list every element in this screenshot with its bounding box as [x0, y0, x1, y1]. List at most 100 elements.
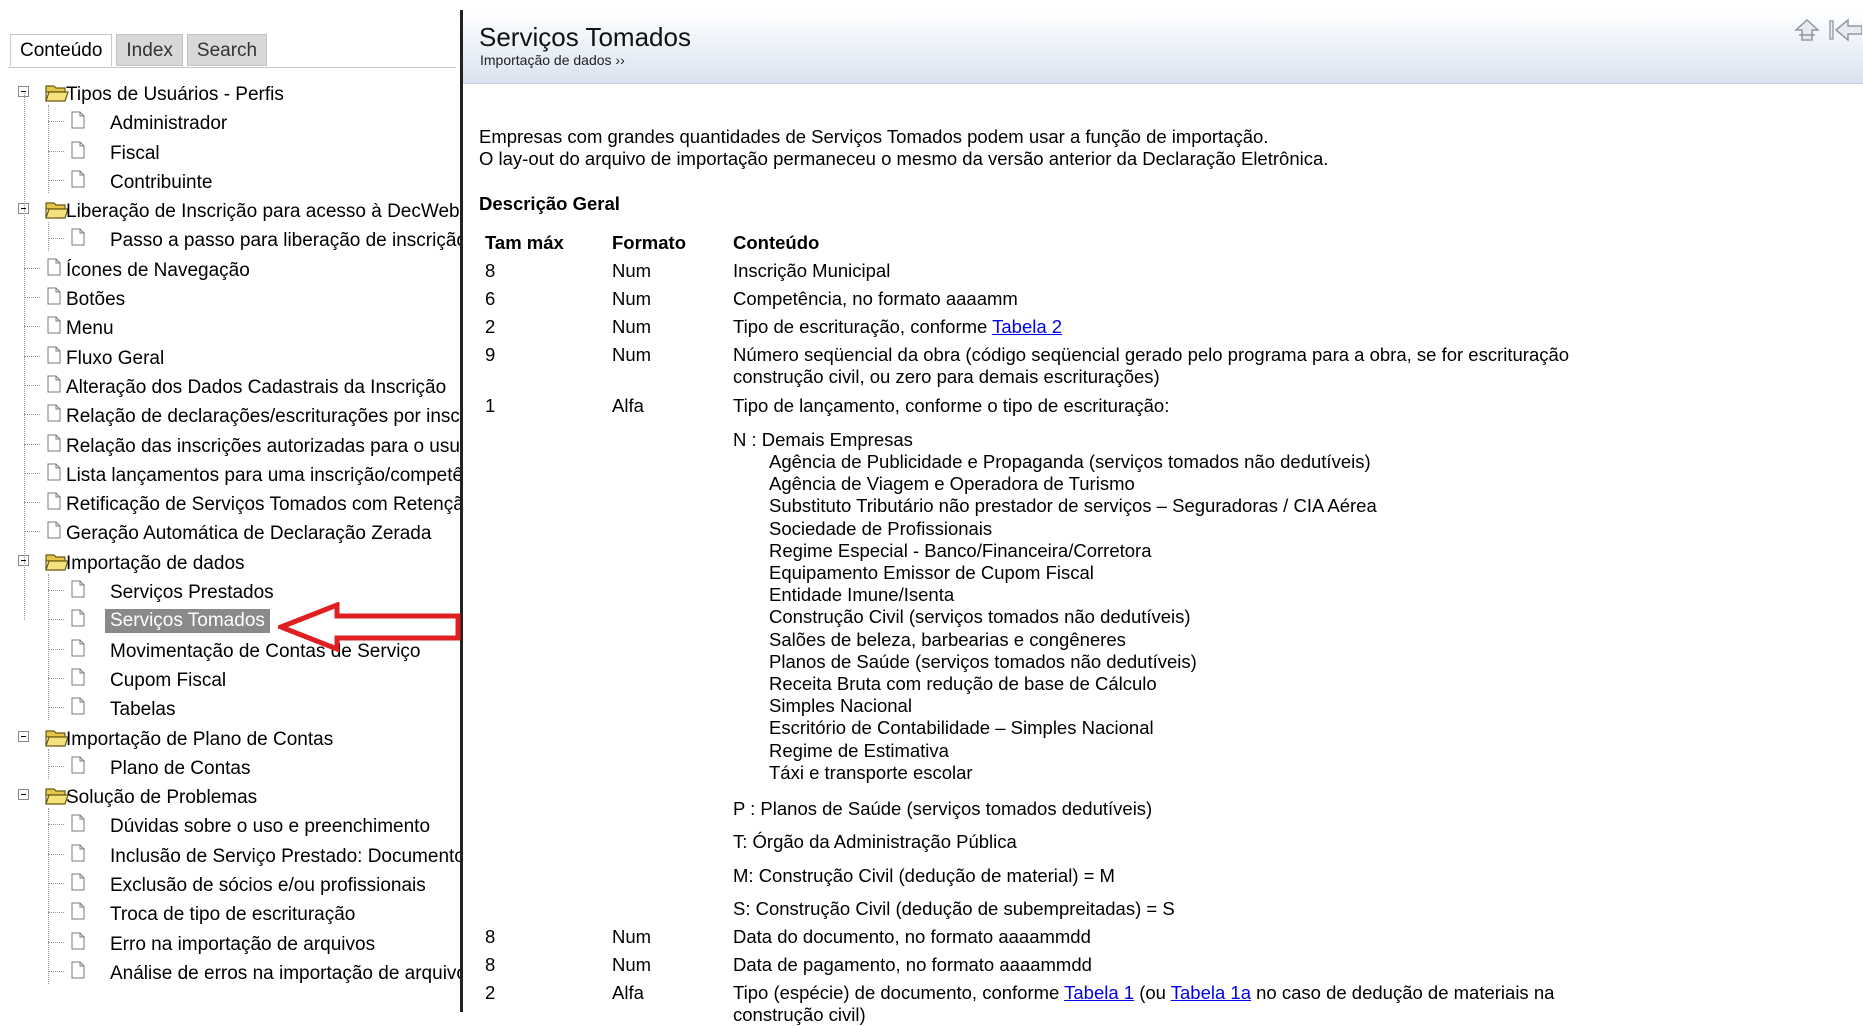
toc-item[interactable]: Menu — [0, 315, 462, 344]
tree-connector — [48, 619, 64, 621]
tabela-2-link[interactable]: Tabela 2 — [992, 316, 1062, 337]
cell-text-cont: construção civil, ou zero para demais es… — [733, 366, 1160, 387]
tree-connector — [24, 443, 40, 445]
cell-text: Tipo de escrituração, conforme — [733, 316, 993, 337]
toc-item[interactable]: Relação de declarações/escriturações por… — [0, 403, 462, 432]
toc-item[interactable]: Passo a passo para liberação de inscriçã… — [0, 227, 462, 256]
toc-item[interactable]: Exclusão de sócios e/ou profissionais — [0, 872, 462, 901]
collapse-toggle-icon[interactable] — [18, 730, 29, 742]
toc-item[interactable]: Botões — [0, 286, 462, 315]
toc-item[interactable]: Análise de erros na importação de arquiv… — [0, 960, 462, 989]
tree-connector — [48, 807, 49, 984]
page-icon — [47, 492, 61, 510]
page-icon — [71, 668, 85, 686]
toc-item[interactable]: Cupom Fiscal — [0, 667, 462, 696]
toc-folder[interactable]: Importação de Plano de Contas — [0, 726, 462, 755]
tree-connector — [24, 297, 40, 299]
tree-connector — [24, 414, 40, 416]
code-n-item: Táxi e transporte escolar — [769, 761, 973, 783]
toc-folder[interactable]: Solução de Problemas — [0, 784, 462, 813]
code-n-item: Salões de beleza, barbearias e congênere… — [769, 628, 1126, 650]
toc-item[interactable]: Fluxo Geral — [0, 345, 462, 374]
cell-formato: Num — [612, 926, 652, 947]
col-header-tam: Tam máx — [485, 232, 564, 253]
toc-item[interactable]: Alteração dos Dados Cadastrais da Inscri… — [0, 374, 462, 403]
tree-connector — [48, 677, 64, 679]
back-arrow-icon[interactable] — [1828, 18, 1862, 42]
tab-search[interactable]: Search — [186, 34, 268, 66]
toc-item[interactable]: Dúvidas sobre o uso e preenchimento — [0, 813, 462, 842]
toc-item-label: Administrador — [110, 113, 228, 135]
tree-connector — [24, 93, 25, 621]
toc-item[interactable]: Administrador — [0, 110, 462, 139]
tree-connector — [48, 104, 49, 193]
tree-connector — [48, 941, 64, 943]
toc-item[interactable]: Erro na importação de arquivos — [0, 931, 462, 960]
toc-item[interactable]: Ícones de Navegação — [0, 257, 462, 286]
cell-tam: 2 — [485, 982, 496, 1003]
cell-tam: 1 — [485, 395, 496, 416]
toc-item[interactable]: Geração Automática de Declaração Zerada — [0, 520, 462, 549]
cell-text-mid: (ou — [1134, 982, 1171, 1003]
page-icon — [71, 639, 85, 657]
pane-splitter[interactable] — [460, 10, 463, 1012]
cell-formato: Num — [612, 260, 652, 281]
cell-conteudo: Competência, no formato aaaamm — [733, 288, 1018, 309]
tree-connector — [48, 238, 64, 240]
tree-connector — [48, 749, 49, 779]
cell-formato: Num — [612, 954, 652, 975]
tree-connector — [48, 912, 64, 914]
code-n-item: Sociedade de Profissionais — [769, 517, 993, 539]
toc-item-label: Ícones de Navegação — [66, 259, 250, 281]
tree-connector — [24, 502, 40, 504]
page-icon — [71, 609, 85, 627]
breadcrumb[interactable]: Importação de dados ›› — [480, 52, 625, 68]
col-header-formato: Formato — [612, 232, 686, 253]
toc-folder[interactable]: Tipos de Usuários - Perfis — [0, 81, 462, 110]
page-icon — [71, 697, 85, 715]
toc-item[interactable]: Inclusão de Serviço Prestado: Documento — [0, 843, 462, 872]
code-n-item: Planos de Saúde (serviços tomados não de… — [769, 650, 1197, 672]
code-n-item: Entidade Imune/Isenta — [769, 584, 955, 606]
tabela-1a-link[interactable]: Tabela 1a — [1171, 982, 1251, 1003]
cell-text: Número seqüencial da obra (código seqüen… — [733, 344, 1570, 365]
page-icon — [71, 814, 85, 832]
toc-item-label: Fluxo Geral — [66, 347, 165, 369]
code-p-line: P : Planos de Saúde (serviços tomados de… — [733, 798, 1153, 819]
tab-divider — [8, 67, 456, 68]
toc-item[interactable]: Troca de tipo de escrituração — [0, 901, 462, 930]
toc-item[interactable]: Tabelas — [0, 696, 462, 725]
cell-text: Tipo (espécie) de documento, conforme — [733, 982, 1065, 1003]
page-icon — [47, 375, 61, 393]
page-icon — [47, 463, 61, 481]
page-icon — [47, 316, 61, 334]
red-arrow-annotation — [278, 602, 461, 652]
tab-index[interactable]: Index — [116, 34, 183, 66]
toc-tree: Tipos de Usuários - Perfis Administrador F… — [0, 81, 462, 989]
toc-item[interactable]: Contribuinte — [0, 169, 462, 198]
toc-item[interactable]: Retificação de Serviços Tomados com Rete… — [0, 491, 462, 520]
toc-folder[interactable]: Liberação de Inscrição para acesso à Dec… — [0, 198, 462, 227]
toc-item[interactable]: Plano de Contas — [0, 755, 462, 784]
cell-conteudo: Tipo de lançamento, conforme o tipo de e… — [733, 395, 1170, 416]
cell-formato: Num — [612, 288, 652, 309]
tab-conteudo[interactable]: Conteúdo — [10, 34, 113, 66]
collapse-toggle-icon[interactable] — [18, 789, 29, 801]
tree-connector — [48, 824, 64, 826]
toc-item[interactable]: Fiscal — [0, 140, 462, 169]
code-m-line: M: Construção Civil (dedução de material… — [733, 865, 1115, 886]
page-icon — [71, 902, 85, 920]
toc-item[interactable]: Relação das inscrições autorizadas para … — [0, 433, 462, 462]
toc-folder[interactable]: Importação de dados — [0, 550, 462, 579]
toc-pane: Conteúdo Index Search Tipos de Usuários … — [0, 0, 462, 1012]
tree-connector — [24, 355, 40, 357]
tree-connector — [24, 531, 40, 533]
tree-connector — [48, 765, 64, 767]
page-icon — [47, 346, 61, 364]
tabela-1-link[interactable]: Tabela 1 — [1064, 982, 1134, 1003]
toc-item[interactable]: Lista lançamentos para uma inscrição/com… — [0, 462, 462, 491]
home-up-icon[interactable] — [1794, 18, 1820, 42]
tree-connector — [48, 221, 49, 252]
page-icon — [71, 756, 85, 774]
col-header-conteudo: Conteúdo — [733, 232, 820, 253]
